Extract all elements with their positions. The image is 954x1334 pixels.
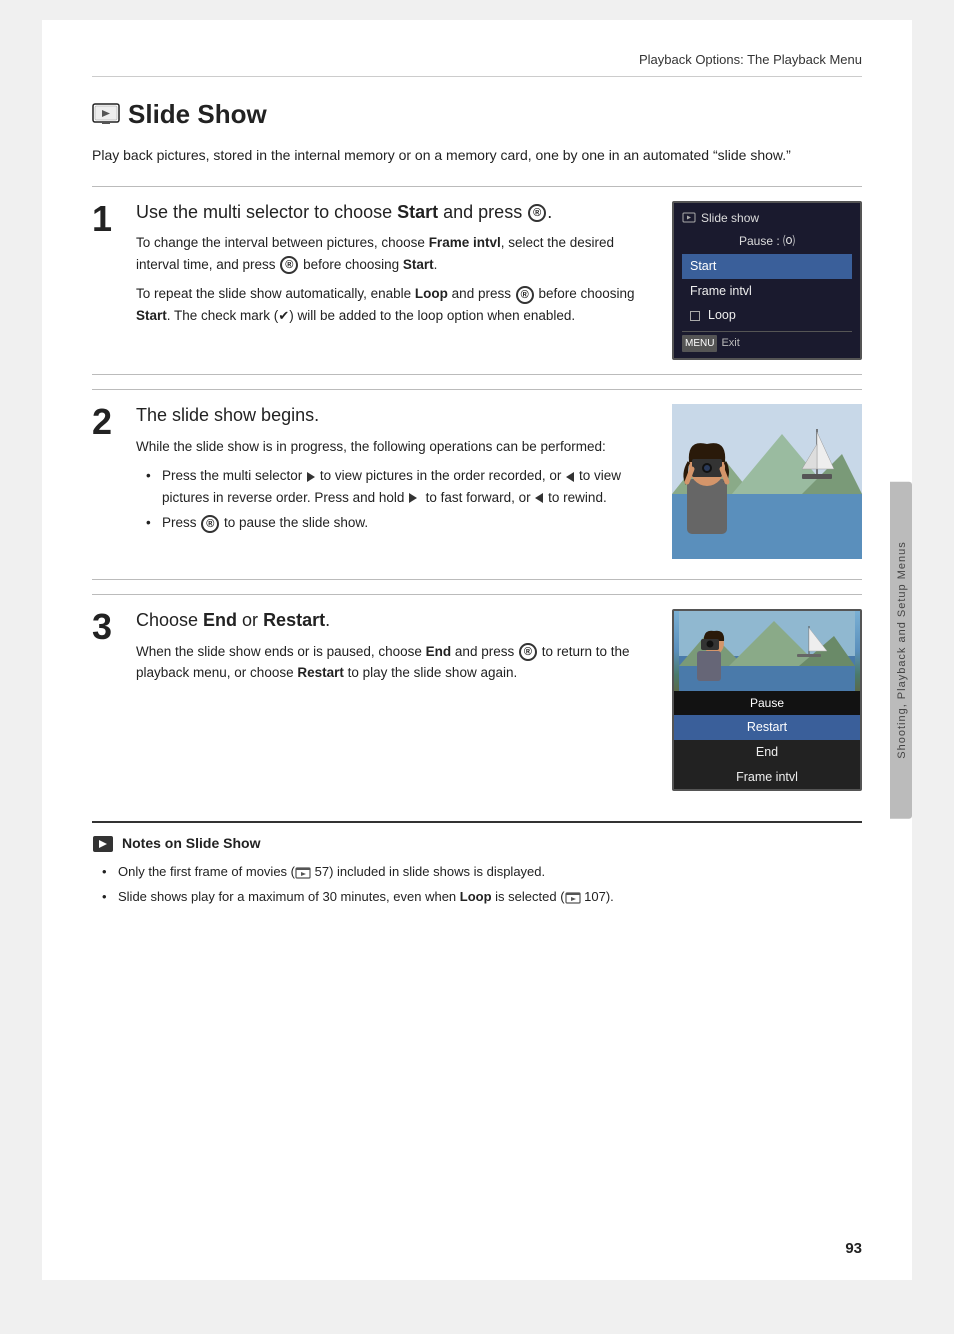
cam-menu-frameintvl: Frame intvl (682, 279, 852, 304)
cam-ui-title-text: Slide show (701, 209, 759, 227)
ok-button-icon-s1: ® (528, 204, 546, 222)
cam2-end: End (674, 740, 860, 765)
cam-menu-footer: MENU Exit (682, 331, 852, 352)
notes-icon (92, 835, 114, 853)
ok-icon-2: ® (201, 515, 219, 533)
ok-icon-1c: ® (516, 286, 534, 304)
step-3-body: When the slide show ends or is paused, c… (136, 641, 656, 684)
step-2-bullets: Press the multi selector to view picture… (136, 465, 656, 534)
cam-menu-start: Start (682, 254, 852, 279)
step-2-body: While the slide show is in progress, the… (136, 436, 656, 458)
step-3-heading: Choose End or Restart. (136, 609, 656, 632)
step-2-row: 2 The slide show begins. While the slide… (92, 404, 862, 565)
step-3-side: Pause Restart End Frame intvl (672, 609, 862, 791)
arrow-left-hold-icon (535, 493, 543, 503)
step-2-content: The slide show begins. While the slide s… (136, 404, 656, 540)
cam2-scene (674, 611, 860, 691)
step-3-container: 3 Choose End or Restart. When the slide … (92, 594, 862, 791)
notes-list: Only the first frame of movies ( 57) inc… (92, 862, 862, 908)
notes-title: Notes on Slide Show (122, 833, 260, 854)
arrow-left-icon (566, 472, 574, 482)
step-3-content: Choose End or Restart. When the slide sh… (136, 609, 656, 692)
step-2-side (672, 404, 862, 565)
arrow-right-icon (307, 472, 315, 482)
page-header-text: Playback Options: The Playback Menu (639, 52, 862, 67)
camera-ui-step1: Slide show Pause : ⒪ Start Frame intvl L… (672, 201, 862, 360)
step-3-row: 3 Choose End or Restart. When the slide … (92, 609, 862, 791)
step-1-number: 1 (92, 201, 120, 237)
section-title: Slide Show (92, 95, 862, 134)
arrow-right-hold-icon (409, 493, 417, 503)
ok-icon-3: ® (519, 643, 537, 661)
step-1-row: 1 Use the multi selector to choose Start… (92, 201, 862, 360)
notes-section: Notes on Slide Show Only the first frame… (92, 821, 862, 908)
cam2-frameintvl: Frame intvl (674, 765, 860, 790)
note-item-2: Slide shows play for a maximum of 30 min… (102, 887, 862, 908)
page-header: Playback Options: The Playback Menu (92, 50, 862, 77)
camera-ui-step3: Pause Restart End Frame intvl (672, 609, 862, 791)
ok-icon-1b: ® (280, 256, 298, 274)
step-1-side: Slide show Pause : ⒪ Start Frame intvl L… (672, 201, 862, 360)
step-1-body2: To repeat the slide show automatically, … (136, 283, 656, 326)
step-2-heading: The slide show begins. (136, 404, 656, 427)
step-1-content: Use the multi selector to choose Start a… (136, 201, 656, 335)
intro-text: Play back pictures, stored in the intern… (92, 144, 862, 166)
notes-header: Notes on Slide Show (92, 833, 862, 854)
step-1-heading: Use the multi selector to choose Start a… (136, 201, 656, 224)
page: Playback Options: The Playback Menu Slid… (42, 20, 912, 1280)
side-tab-text: Shooting, Playback and Setup Menus (896, 541, 908, 758)
step-1-container: 1 Use the multi selector to choose Start… (92, 186, 862, 360)
step-2-number: 2 (92, 404, 120, 440)
cam-icon (682, 212, 696, 224)
step-1-body1: To change the interval between pictures,… (136, 232, 656, 275)
bullet-2: Press ® to pause the slide show. (146, 512, 656, 534)
step-2-illustration (672, 404, 862, 559)
cam-menu-loop: Loop (682, 303, 852, 328)
steps-area: 1 Use the multi selector to choose Start… (92, 186, 862, 792)
camera-ui-title: Slide show (682, 209, 852, 229)
note-item-1: Only the first frame of movies ( 57) inc… (102, 862, 862, 883)
note-ref-icon (565, 892, 581, 904)
section-title-text: Slide Show (128, 95, 267, 134)
bullet-1: Press the multi selector to view picture… (146, 465, 656, 508)
menu-icon: MENU (682, 335, 717, 352)
note-movie-icon (295, 867, 311, 879)
slideshow-icon (92, 103, 120, 125)
cam2-scene-svg (679, 611, 855, 691)
page-number: 93 (845, 1238, 862, 1261)
cam2-restart: Restart (674, 715, 860, 740)
cam2-pause-bar: Pause (674, 691, 860, 715)
cam-ui-pause: Pause : ⒪ (682, 232, 852, 250)
side-tab: Shooting, Playback and Setup Menus (890, 481, 912, 818)
step-3-number: 3 (92, 609, 120, 645)
step-2-container: 2 The slide show begins. While the slide… (92, 389, 862, 565)
